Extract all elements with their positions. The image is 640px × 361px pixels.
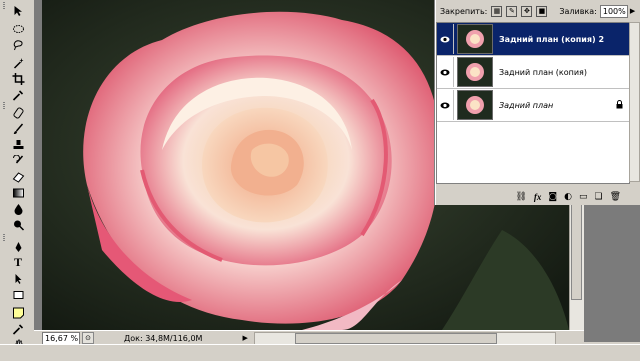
layer-row[interactable]: Задний план	[437, 89, 629, 122]
type-tool-icon[interactable]: T	[9, 255, 27, 269]
eyedropper-2-tool-icon[interactable]	[9, 322, 27, 335]
move-tool-icon[interactable]	[9, 4, 27, 17]
status-bar: 16,67 % ⊙ Док: 34,8M/116,0M ▶	[34, 330, 584, 345]
shape-tool-icon[interactable]	[9, 288, 27, 301]
navigator-icon[interactable]: ⊙	[82, 332, 94, 344]
notes-tool-icon[interactable]	[9, 306, 27, 319]
path-select-tool-icon[interactable]	[9, 272, 27, 285]
crop-tool-icon[interactable]	[9, 72, 27, 85]
lasso-tool-icon[interactable]	[9, 38, 27, 51]
fill-label: Заливка:	[559, 6, 597, 16]
layer-name: Задний план	[499, 100, 554, 110]
layer-name: Задний план (копия) 2	[499, 34, 605, 44]
pen-tool-icon[interactable]	[9, 240, 27, 253]
add-mask-icon[interactable]: ◙	[548, 192, 557, 202]
marquee-tool-icon[interactable]	[9, 22, 27, 35]
layer-lock-icon	[616, 99, 623, 111]
eyedropper-tool-icon[interactable]	[9, 88, 27, 101]
layer-thumbnail	[457, 57, 493, 87]
taskbar-strip	[0, 344, 640, 361]
layer-name: Задний план (копия)	[499, 67, 587, 77]
healing-brush-icon[interactable]	[9, 106, 27, 119]
brush-tool-icon[interactable]	[9, 122, 27, 135]
layers-panel: Закрепить: ▦ ✎ ✥ ■ Заливка: 100% ▶ Задни…	[435, 0, 640, 205]
visibility-eye-icon[interactable]	[437, 90, 454, 120]
layer-row[interactable]: Задний план (копия)	[437, 56, 629, 89]
layer-thumbnail	[457, 24, 493, 54]
type-tool-label: T	[13, 255, 22, 269]
new-group-folder-icon[interactable]: ▭	[579, 192, 588, 202]
layers-scrollbar[interactable]	[629, 22, 640, 182]
lock-transparency-icon[interactable]: ▦	[491, 5, 503, 17]
adjustment-layer-icon[interactable]: ◐	[564, 192, 572, 202]
palette-separator	[3, 102, 5, 109]
lock-all-icon[interactable]: ■	[536, 5, 548, 17]
scrollbar-thumb[interactable]	[294, 332, 497, 344]
zoom-level-field[interactable]: 16,67 %	[42, 331, 80, 345]
palette-grip[interactable]	[3, 2, 5, 9]
fill-dropdown-icon[interactable]: ▶	[630, 7, 635, 15]
palette-separator	[3, 234, 5, 241]
visibility-eye-icon[interactable]	[437, 24, 454, 54]
dodge-tool-icon[interactable]	[9, 218, 27, 231]
horizontal-scrollbar[interactable]	[253, 331, 556, 345]
lock-pixels-icon[interactable]: ✎	[506, 5, 518, 17]
eraser-tool-icon[interactable]	[9, 170, 27, 183]
status-menu-arrow-icon[interactable]: ▶	[242, 334, 247, 342]
layer-row[interactable]: Задний план (копия) 2	[437, 23, 629, 56]
stamp-tool-icon[interactable]	[9, 138, 27, 151]
layers-lock-toolbar: Закрепить: ▦ ✎ ✥ ■ Заливка: 100% ▶	[436, 0, 640, 22]
history-brush-icon[interactable]	[9, 154, 27, 167]
fx-icon[interactable]: fx	[534, 192, 542, 202]
lock-position-icon[interactable]: ✥	[521, 5, 533, 17]
visibility-eye-icon[interactable]	[437, 57, 454, 87]
trash-icon[interactable]: 🗑	[610, 192, 621, 202]
blur-tool-icon[interactable]	[9, 202, 27, 215]
document-size-info: Док: 34,8M/116,0M	[124, 333, 203, 343]
gradient-tool-icon[interactable]	[9, 186, 27, 199]
link-layers-icon[interactable]: ⛓	[515, 192, 526, 202]
layer-thumbnail	[457, 90, 493, 120]
layer-list: Задний план (копия) 2 Задний план (копия…	[436, 22, 630, 184]
layers-bottom-toolbar: ⛓ fx ◙ ◐ ▭ ❏ 🗑	[436, 190, 640, 204]
magic-wand-tool-icon[interactable]	[9, 56, 27, 69]
new-layer-icon[interactable]: ❏	[594, 192, 602, 202]
tools-palette: T	[0, 0, 35, 360]
fill-field[interactable]: 100%	[599, 4, 628, 18]
lock-label: Закрепить:	[440, 6, 488, 16]
